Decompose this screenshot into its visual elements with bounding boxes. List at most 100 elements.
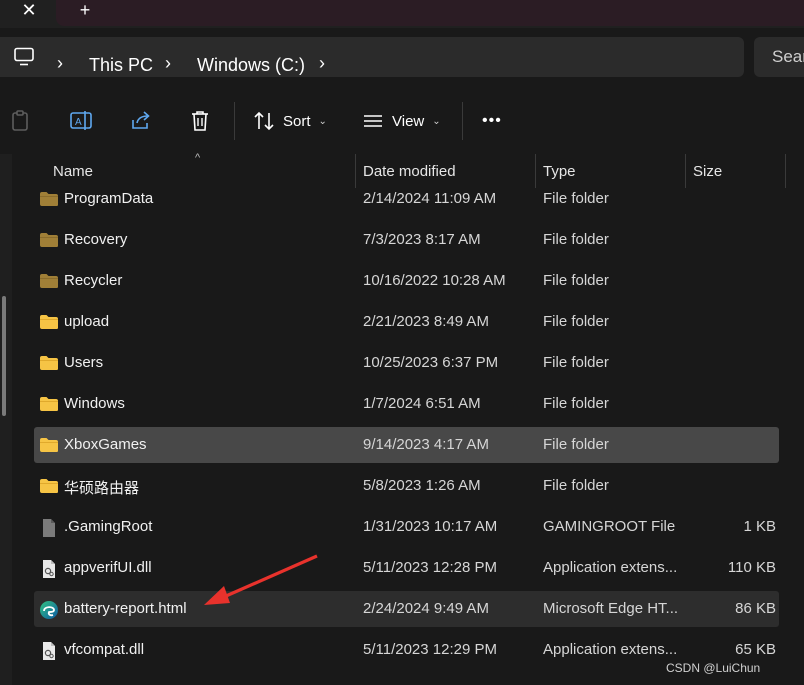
file-type: File folder [543,190,609,207]
dll-file-icon [39,641,59,660]
folder-icon [39,436,59,454]
file-row[interactable]: Recycler 10/16/2022 10:28 AM File folder [34,263,779,299]
file-name: appverifUI.dll [64,559,152,576]
file-row[interactable]: .GamingRoot 1/31/2023 10:17 AM GAMINGROOT … [34,509,779,545]
column-header-name[interactable]: Name [53,163,93,180]
column-header-type[interactable]: Type [543,163,576,180]
breadcrumb-chevron-icon[interactable]: › [57,53,63,74]
file-row[interactable]: ProgramData 2/14/2024 11:09 AM File folder [34,181,779,217]
toolbar-divider [234,102,235,140]
toolbar-divider [462,102,463,140]
file-type: File folder [543,272,609,289]
file-row[interactable]: appverifUI.dll 5/11/2023 12:28 PM Applicat… [34,550,779,586]
view-button[interactable]: View ⌄ [362,106,441,136]
file-date-modified: 5/8/2023 1:26 AM [363,477,481,494]
file-size: 86 KB [735,600,776,617]
file-date-modified: 1/31/2023 10:17 AM [363,518,498,535]
file-name: 华硕路由器 [64,480,140,497]
breadcrumb-chevron-icon[interactable]: › [165,53,171,74]
file-icon [39,518,59,537]
file-row[interactable]: upload 2/21/2023 8:49 AM File folder [34,304,779,340]
breadcrumb[interactable]: › This PC › Windows (C:) › [0,37,744,77]
navigation-pane [0,154,12,685]
file-list: ^ Name Date modified Type Size ProgramDa… [0,152,804,685]
breadcrumb-item-windows-c[interactable]: Windows (C:) [197,55,305,76]
rename-icon: A [69,109,93,133]
watermark: CSDN @LuiChun [666,661,761,675]
view-list-icon [362,110,384,132]
delete-button[interactable] [189,106,211,136]
folder-dim-icon [39,272,59,290]
file-name: upload [64,313,110,330]
file-type: GAMINGROOT File [543,518,676,535]
folder-dim-icon [39,190,59,208]
folder-dim-icon [39,231,59,249]
file-date-modified: 2/24/2024 9:49 AM [363,600,489,617]
file-row[interactable]: XboxGames 9/14/2023 4:17 AM File folder [34,427,779,463]
file-name: XboxGames [64,436,147,453]
file-name: vfcompat.dll [64,641,145,658]
file-type: Application extens... [543,559,678,576]
file-type: Application extens... [543,641,678,658]
file-type: File folder [543,313,609,330]
file-type: File folder [543,395,609,412]
file-type: File folder [543,436,609,453]
file-size: 110 KB [727,559,776,576]
file-type: File folder [543,231,609,248]
file-type: Microsoft Edge HT... [543,600,679,617]
file-row[interactable]: Users 10/25/2023 6:37 PM File folder [34,345,779,381]
file-date-modified: 5/11/2023 12:28 PM [363,559,497,576]
browser-tab-strip [56,0,804,26]
search-input[interactable]: Sear [754,37,804,77]
share-icon [129,109,153,133]
navigation-scrollbar[interactable] [2,296,6,416]
breadcrumb-item-this-pc[interactable]: This PC [89,55,153,76]
folder-icon [39,477,59,495]
more-options-button[interactable]: ••• [482,106,502,136]
column-resize-handle[interactable] [785,154,786,188]
file-name: Windows [64,395,125,412]
file-type: File folder [543,354,609,371]
search-placeholder: Sear [772,47,804,66]
sort-label: Sort [283,112,311,130]
trash-icon [189,109,211,133]
folder-icon [39,395,59,413]
share-button[interactable] [129,106,153,136]
svg-text:A: A [75,117,82,128]
file-date-modified: 7/3/2023 8:17 AM [363,231,481,248]
file-date-modified: 10/25/2023 6:37 PM [363,354,499,371]
close-icon: ✕ [21,0,37,20]
new-tab-button[interactable]: + [70,0,100,20]
plus-icon: + [79,0,91,20]
file-date-modified: 10/16/2022 10:28 AM [363,272,506,289]
sort-ascending-icon: ^ [195,152,201,164]
file-size: 1 KB [743,518,776,535]
file-row[interactable]: battery-report.html 2/24/2024 9:49 AM Micr… [34,591,779,627]
column-header-size[interactable]: Size [693,163,722,180]
sort-button[interactable]: Sort ⌄ [253,106,327,136]
paste-button[interactable] [10,106,32,136]
rename-button[interactable]: A [69,106,93,136]
file-name: ProgramData [64,190,154,207]
file-row[interactable]: Windows 1/7/2024 6:51 AM File folder [34,386,779,422]
computer-icon[interactable] [13,47,35,71]
breadcrumb-chevron-icon[interactable]: › [319,53,325,74]
file-name: Users [64,354,104,371]
file-date-modified: 1/7/2024 6:51 AM [363,395,481,412]
close-tab-button[interactable]: ✕ [14,0,44,20]
title-bar: ✕ + [0,0,804,28]
sort-icon [253,110,275,132]
file-name: battery-report.html [64,600,187,617]
clipboard-icon [10,109,32,133]
view-label: View [392,112,425,130]
dll-file-icon [39,559,59,578]
file-name: Recycler [64,272,123,289]
file-row[interactable]: Recovery 7/3/2023 8:17 AM File folder [34,222,779,258]
more-icon: ••• [482,112,502,129]
column-header-date-modified[interactable]: Date modified [363,163,456,180]
file-size: 65 KB [735,641,776,658]
address-bar: › This PC › Windows (C:) › Sear [0,28,804,86]
file-row[interactable]: 华硕路由器 5/8/2023 1:26 AM File folder [34,468,779,504]
chevron-down-icon: ⌄ [318,115,327,127]
file-date-modified: 2/14/2024 11:09 AM [363,190,497,207]
